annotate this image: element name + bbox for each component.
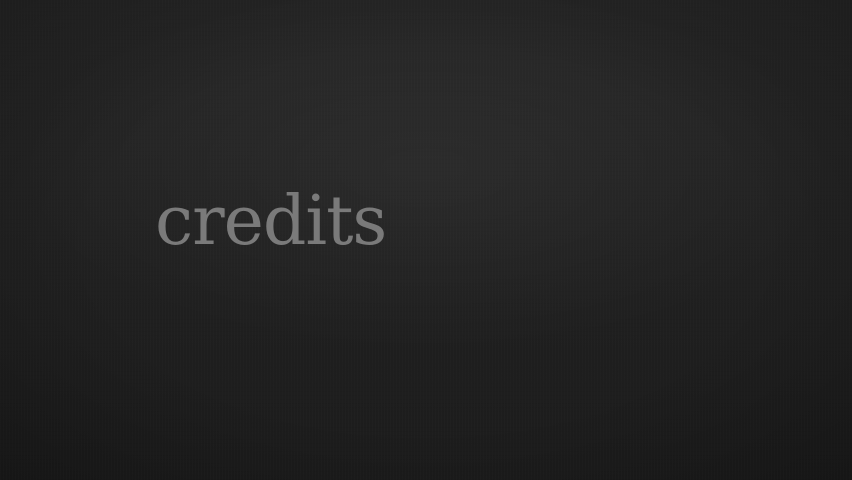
credits-title: credits [155, 182, 387, 261]
background-vignette [0, 0, 852, 480]
background-texture [0, 0, 852, 480]
credits-screen: credits [0, 0, 852, 480]
